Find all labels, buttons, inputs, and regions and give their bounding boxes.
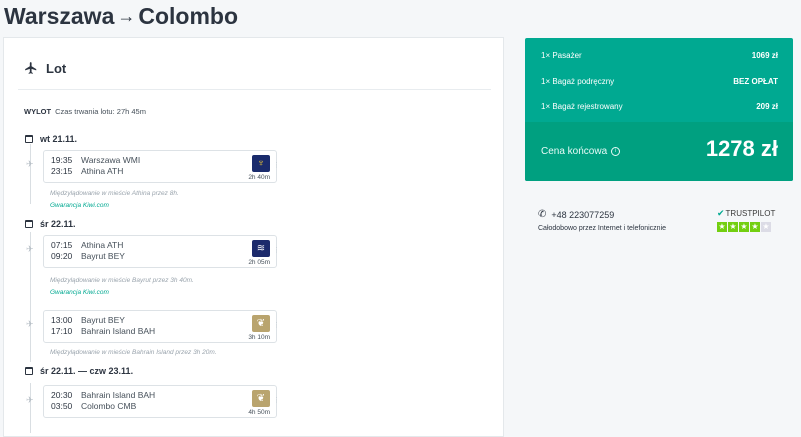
- departure-time: 07:15: [51, 240, 73, 250]
- trustpilot-rating: ★ ★ ★ ★ ★: [717, 222, 772, 232]
- star-icon: ★: [728, 222, 738, 232]
- calendar-icon: [25, 220, 33, 228]
- day-header: śr 22.11.: [25, 219, 76, 229]
- segment-duration: 4h 50m: [248, 409, 270, 416]
- price-row: 1× Pasażer 1069 zł: [541, 51, 778, 65]
- expand-handle-icon[interactable]: ⋮: [273, 161, 280, 169]
- timeline-line: [30, 144, 31, 204]
- price-row-value: 1069 zł: [751, 51, 778, 60]
- price-row: 1× Bagaż podręczny BEZ OPŁAT: [541, 77, 778, 91]
- final-price-label: Cena końcowa: [541, 146, 608, 157]
- segment-duration: 3h 10m: [248, 334, 270, 341]
- price-row-label: 1× Bagaż podręczny: [541, 77, 615, 86]
- final-price-area: Cena końcowa i 1278 zł: [525, 122, 793, 181]
- departure-time: 13:00: [51, 315, 73, 325]
- arrival-time: 23:15: [51, 166, 73, 176]
- day-label: wt 21.11.: [40, 134, 78, 144]
- calendar-icon: [25, 135, 33, 143]
- departure-place: Athina ATH: [81, 240, 124, 250]
- expand-handle-icon[interactable]: ⋮: [273, 246, 280, 254]
- layover-info: Międzylądowanie w mieście Bahrain Island…: [50, 349, 217, 356]
- direction-label: WYLOT: [24, 107, 52, 116]
- arrival-place: Athina ATH: [81, 166, 124, 176]
- star-icon: ★: [761, 222, 771, 232]
- price-row: 1× Bagaż rejestrowany 209 zł: [541, 102, 778, 116]
- timeline-line: [30, 383, 31, 433]
- day-label: śr 22.11.: [40, 219, 76, 229]
- card-header: Lot: [24, 58, 66, 78]
- gulf-air-falcon-icon: ❦: [252, 390, 270, 407]
- airplane-small-icon: ✈: [26, 319, 34, 329]
- final-price-label-wrap: Cena końcowa i: [541, 146, 621, 157]
- divider: [18, 89, 491, 90]
- departure-place: Warszawa WMI: [81, 155, 141, 165]
- expand-handle-icon[interactable]: ⋮: [273, 321, 280, 329]
- guarantee-link[interactable]: Gwarancja Kiwi.com: [50, 202, 109, 209]
- final-price-value: 1278 zł: [705, 136, 778, 161]
- arrival-time: 09:20: [51, 251, 73, 261]
- arrival-time: 17:10: [51, 326, 73, 336]
- day-header: wt 21.11.: [25, 134, 77, 144]
- departure-time: 19:35: [51, 155, 73, 165]
- card-title: Lot: [46, 60, 67, 76]
- route-to: Colombo: [138, 3, 239, 29]
- trustpilot-check-icon: ✔: [717, 208, 725, 218]
- price-row-label: 1× Bagaż rejestrowany: [541, 102, 623, 111]
- departure-place: Bayrut BEY: [81, 315, 125, 325]
- guarantee-link[interactable]: Gwarancja Kiwi.com: [50, 289, 109, 296]
- star-icon: ★: [739, 222, 749, 232]
- airplane-small-icon: ✈: [26, 244, 34, 254]
- phone-icon: ✆: [538, 209, 547, 220]
- flight-segment[interactable]: 07:15 Athina ATH 09:20 Bayrut BEY ≋ 2h 05m…: [43, 235, 280, 268]
- expand-handle-icon[interactable]: ⋮: [273, 396, 280, 404]
- flight-card: Lot WYLOT Czas trwania lotu: 27h 45m wt 2…: [3, 37, 504, 437]
- segment-duration: 2h 05m: [248, 259, 270, 266]
- layover-info: Międzylądowanie w mieście Bayrut przez 3…: [50, 277, 194, 284]
- phone-number[interactable]: +48 223077259: [551, 210, 614, 220]
- contact-subtitle: Całodobowo przez Internet i telefoniczni…: [538, 225, 667, 232]
- airplane-small-icon: ✈: [26, 395, 34, 405]
- calendar-icon: [25, 367, 33, 375]
- page-title: Warszawa → Colombo: [4, 3, 238, 30]
- gulf-air-falcon-icon: ❦: [252, 315, 270, 332]
- route-arrow: →: [117, 6, 136, 26]
- info-icon[interactable]: i: [611, 147, 621, 156]
- flight-segment[interactable]: 19:35 Warszawa WMI 23:15 Athina ATH ♆ 2h 4…: [43, 150, 280, 183]
- trustpilot-brand: TRUSTPILOT: [725, 209, 776, 218]
- aegean-icon: ≋: [252, 240, 270, 257]
- departure-time: 20:30: [51, 390, 73, 400]
- airplane-icon: [25, 62, 37, 74]
- arrival-time: 03:50: [51, 401, 73, 411]
- flight-segment[interactable]: 13:00 Bayrut BEY 17:10 Bahrain Island BAH …: [43, 310, 280, 343]
- ryanair-harp-icon: ♆: [252, 155, 270, 172]
- arrival-place: Bayrut BEY: [81, 251, 125, 261]
- day-label: śr 22.11. — czw 23.11.: [40, 366, 134, 376]
- price-row-value: BEZ OPŁAT: [733, 77, 778, 86]
- arrival-place: Colombo CMB: [81, 401, 137, 411]
- star-icon: ★: [717, 222, 727, 232]
- flight-segment[interactable]: 20:30 Bahrain Island BAH 03:50 Colombo CMB…: [43, 385, 280, 418]
- route-from: Warszawa: [4, 3, 115, 29]
- arrival-place: Bahrain Island BAH: [81, 326, 156, 336]
- price-row-value: 209 zł: [756, 102, 778, 111]
- contact-phone[interactable]: ✆ +48 223077259: [538, 209, 614, 220]
- departure-place: Bahrain Island BAH: [81, 390, 156, 400]
- airplane-small-icon: ✈: [26, 159, 34, 169]
- layover-info: Międzylądowanie w mieście Athina przez 8…: [50, 190, 179, 197]
- price-summary: 1× Pasażer 1069 zł 1× Bagaż podręczny BEZ …: [525, 38, 793, 181]
- trustpilot-logo[interactable]: ✔ TRUSTPILOT: [717, 208, 775, 219]
- star-icon: ★: [750, 222, 760, 232]
- price-row-label: 1× Pasażer: [541, 51, 582, 60]
- direction-info: WYLOT Czas trwania lotu: 27h 45m: [24, 107, 146, 116]
- trip-duration: Czas trwania lotu: 27h 45m: [55, 107, 146, 116]
- day-header: śr 22.11. — czw 23.11.: [25, 366, 133, 376]
- segment-duration: 2h 40m: [248, 174, 270, 181]
